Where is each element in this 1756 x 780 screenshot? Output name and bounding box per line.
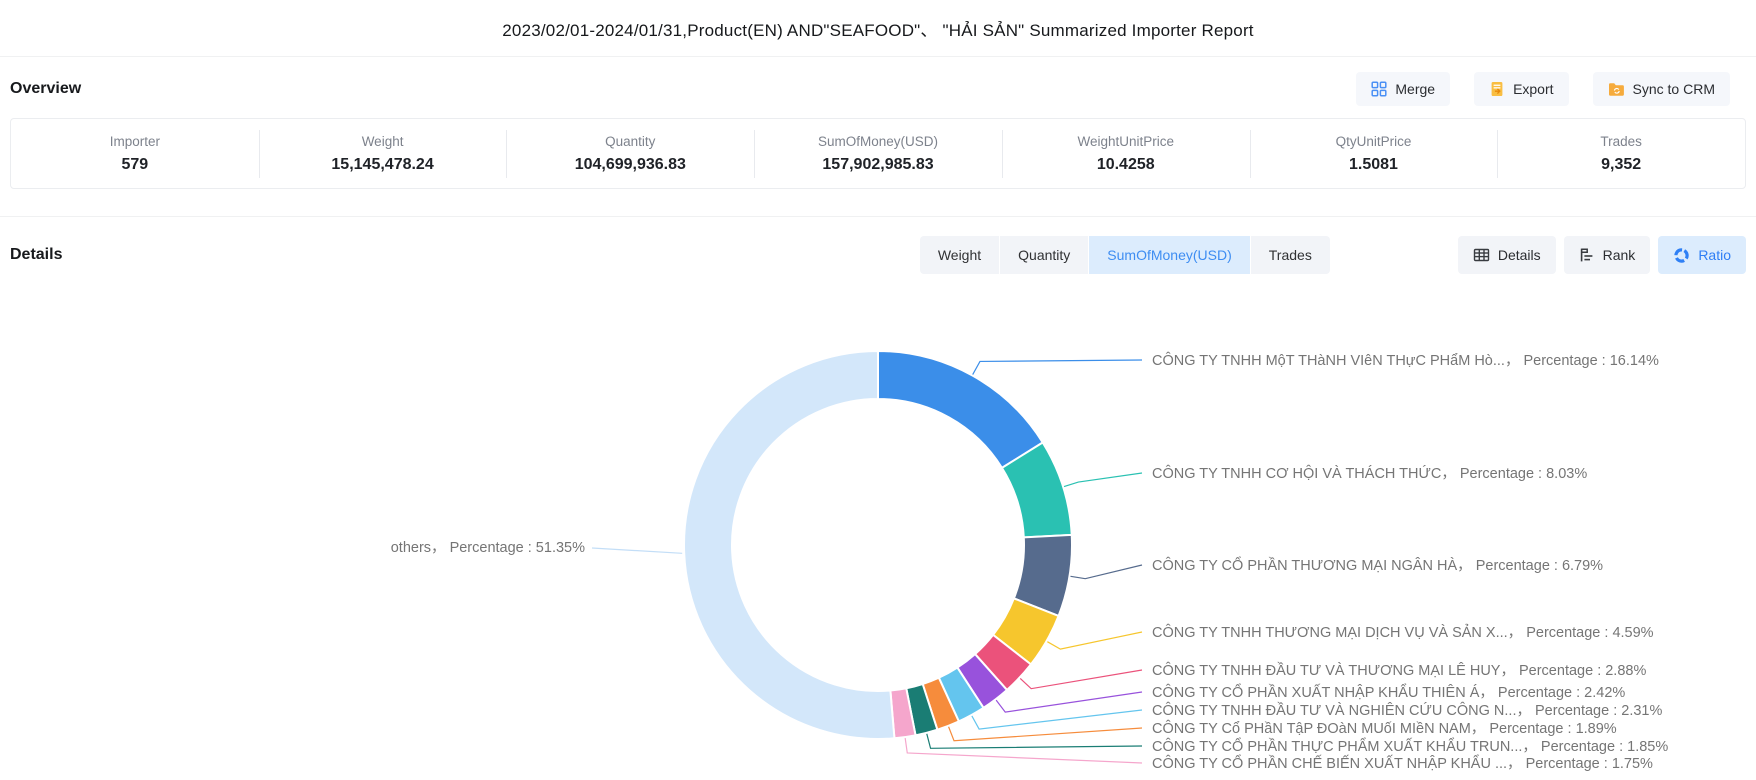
donut-chart: CÔNG TY TNHH MộT THàNH VIêN THựC PHẩM Hò…	[0, 275, 1756, 775]
pie-label: CÔNG TY CỔ PHẦN THỰC PHẨM XUẤT KHẨU TRUN…	[1152, 737, 1668, 755]
table-icon	[1473, 247, 1490, 263]
pie-label: CÔNG TY CỔ PHẦN XUẤT NHẬP KHẨU THIÊN Á， …	[1152, 683, 1625, 701]
ratio-icon	[1673, 247, 1690, 264]
rank-icon	[1579, 247, 1595, 263]
view-ratio-button[interactable]: Ratio	[1658, 236, 1746, 274]
pie-label-line	[1020, 670, 1142, 689]
export-button-label: Export	[1513, 81, 1553, 97]
pie-label: CÔNG TY Cổ PHầN TậP ĐOàN MUốI MIềN NAM， …	[1152, 720, 1617, 737]
tab-quantity[interactable]: Quantity	[1000, 236, 1088, 274]
importer-ratio-chart-area: CÔNG TY TNHH MộT THàNH VIêN THựC PHẩM Hò…	[0, 275, 1756, 775]
stat-importer: Importer 579	[11, 130, 259, 178]
stat-value: 104,699,936.83	[506, 156, 754, 174]
pie-label: CÔNG TY TNHH THƯƠNG MẠI DỊCH VỤ VÀ SẢN X…	[1152, 624, 1654, 641]
page-title: 2023/02/01-2024/01/31,Product(EN) AND"SE…	[502, 16, 1253, 41]
pie-slice[interactable]	[684, 351, 894, 739]
pie-label: CÔNG TY CỔ PHẦN THƯƠNG MẠI NGÂN HÀ， Perc…	[1152, 556, 1603, 574]
details-heading: Details	[10, 246, 62, 264]
sync-button-label: Sync to CRM	[1633, 81, 1715, 97]
view-ratio-label: Ratio	[1698, 247, 1731, 263]
stat-label: Quantity	[506, 134, 754, 149]
merge-icon	[1371, 81, 1387, 97]
pie-label-line	[949, 727, 1142, 741]
merge-button-label: Merge	[1395, 81, 1435, 97]
stat-label: Trades	[1497, 134, 1745, 149]
stat-label: SumOfMoney(USD)	[754, 134, 1002, 149]
pie-label-line	[592, 548, 682, 553]
stat-value: 157,902,985.83	[754, 156, 1002, 174]
overview-section-header: Overview Merge Export	[0, 57, 1756, 118]
details-section-header: Details Weight Quantity SumOfMoney(USD) …	[0, 235, 1756, 275]
section-divider	[0, 216, 1756, 217]
toolbar: Merge Export Sync to CRM	[1356, 72, 1730, 106]
stat-label: QtyUnitPrice	[1250, 134, 1498, 149]
view-rank-label: Rank	[1603, 247, 1636, 263]
tab-weight[interactable]: Weight	[920, 236, 999, 274]
pie-label-line	[905, 738, 1142, 763]
stat-sum-of-money: SumOfMoney(USD) 157,902,985.83	[754, 130, 1002, 178]
stat-trades: Trades 9,352	[1497, 130, 1745, 178]
view-details-button[interactable]: Details	[1458, 236, 1556, 274]
overview-heading: Overview	[10, 80, 81, 98]
sync-to-crm-button[interactable]: Sync to CRM	[1593, 72, 1730, 106]
metric-tabs: Weight Quantity SumOfMoney(USD) Trades	[920, 236, 1330, 274]
stat-label: Weight	[259, 134, 507, 149]
pie-label: CÔNG TY TNHH MộT THàNH VIêN THựC PHẩM Hò…	[1152, 352, 1659, 369]
stat-weight-unit-price: WeightUnitPrice 10.4258	[1002, 130, 1250, 178]
pie-label-line	[1070, 565, 1142, 579]
stat-weight: Weight 15,145,478.24	[259, 130, 507, 178]
tab-sum-of-money[interactable]: SumOfMoney(USD)	[1089, 236, 1249, 274]
pie-label: CÔNG TY TNHH CƠ HỘI VÀ THÁCH THỨC， Perce…	[1152, 465, 1587, 482]
export-button[interactable]: Export	[1474, 72, 1568, 106]
stat-value: 1.5081	[1250, 156, 1498, 174]
pie-label: CÔNG TY TNHH ĐẦU TƯ VÀ NGHIÊN CỨU CÔNG N…	[1152, 702, 1662, 719]
stat-quantity: Quantity 104,699,936.83	[506, 130, 754, 178]
view-details-label: Details	[1498, 247, 1541, 263]
report-title-bar: 2023/02/01-2024/01/31,Product(EN) AND"SE…	[0, 0, 1756, 57]
stat-value: 15,145,478.24	[259, 156, 507, 174]
merge-button[interactable]: Merge	[1356, 72, 1450, 106]
pie-label-line	[996, 692, 1142, 712]
pie-label: CÔNG TY TNHH ĐẦU TƯ VÀ THƯƠNG MẠI LÊ HUY…	[1152, 662, 1646, 679]
stat-value: 579	[11, 156, 259, 174]
stat-value: 10.4258	[1002, 156, 1250, 174]
view-switcher: Details Rank Ratio	[1458, 236, 1746, 274]
stat-label: WeightUnitPrice	[1002, 134, 1250, 149]
tab-trades[interactable]: Trades	[1251, 236, 1330, 274]
stat-value: 9,352	[1497, 156, 1745, 174]
stat-label: Importer	[11, 134, 259, 149]
view-rank-button[interactable]: Rank	[1564, 236, 1651, 274]
export-file-icon	[1489, 81, 1505, 97]
pie-slice[interactable]	[878, 351, 1043, 468]
pie-label-line	[1064, 473, 1142, 487]
stat-qty-unit-price: QtyUnitPrice 1.5081	[1250, 130, 1498, 178]
pie-label-line	[972, 710, 1142, 729]
pie-label-line	[1047, 632, 1142, 649]
sync-folder-icon	[1608, 82, 1625, 97]
pie-label-line	[973, 360, 1142, 375]
pie-label: others， Percentage : 51.35%	[391, 540, 585, 556]
pie-label-line	[927, 734, 1142, 749]
overview-stats-card: Importer 579 Weight 15,145,478.24 Quanti…	[10, 118, 1746, 189]
pie-label: CÔNG TY CỔ PHẦN CHẾ BIẾN XUẤT NHẬP KHẨU …	[1152, 754, 1653, 772]
